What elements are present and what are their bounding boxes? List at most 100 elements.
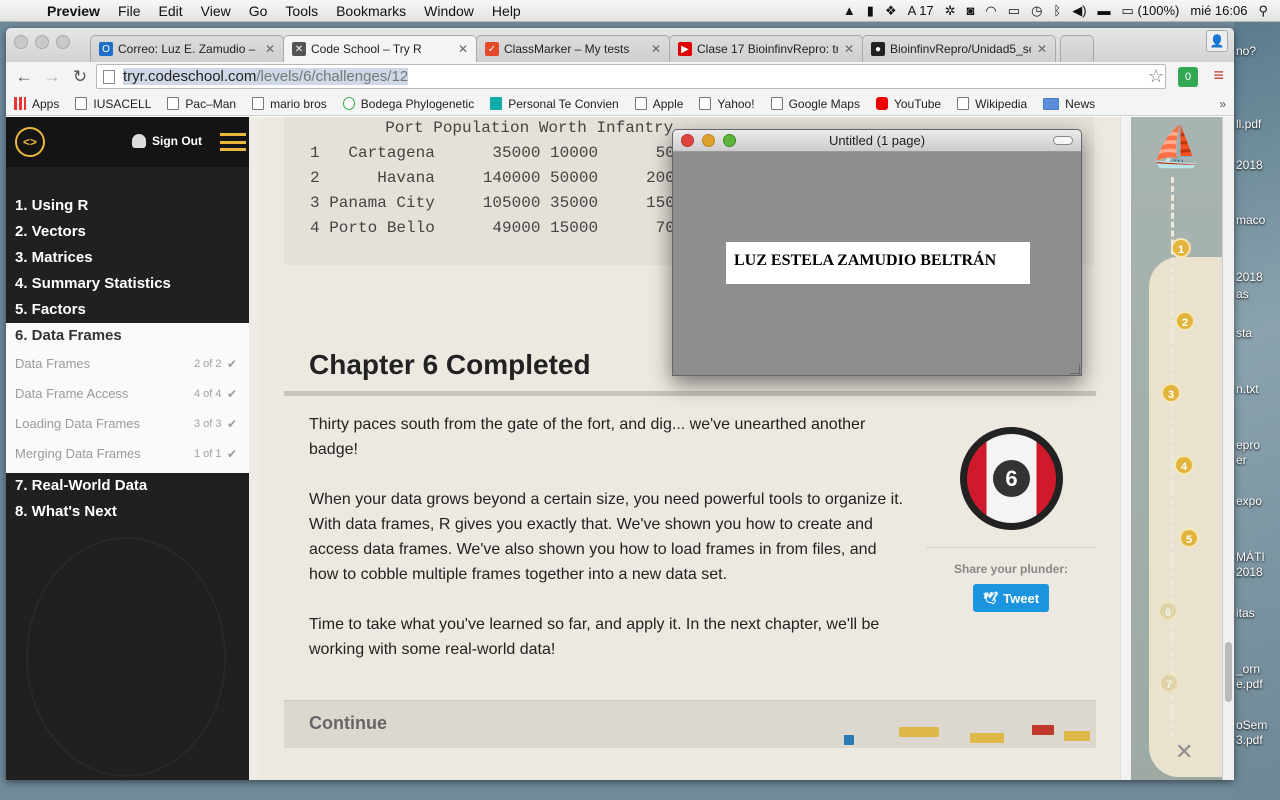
continue-button[interactable]: Continue (284, 700, 1096, 748)
tab-close-icon[interactable]: ✕ (844, 42, 854, 56)
usb-icon[interactable]: ▮ (867, 3, 874, 19)
section-item[interactable]: Merging Data Frames 1 of 1 ✔ (6, 439, 249, 469)
desktop-file-label[interactable]: 2018 (1236, 270, 1263, 284)
tab-close-icon[interactable]: ✕ (458, 42, 468, 56)
browser-menu-icon[interactable]: ≡ (1213, 66, 1224, 84)
bookmark-bodega[interactable]: Bodega Phylogenetic (342, 97, 474, 111)
dropbox-icon[interactable]: ❖ (885, 3, 897, 19)
new-tab-button[interactable] (1060, 35, 1094, 62)
bookmark-iusacell[interactable]: IUSACELL (75, 97, 151, 111)
menu-view[interactable]: View (192, 3, 240, 19)
bookmark-pacman[interactable]: Pac–Man (167, 97, 236, 111)
map-node[interactable]: 7 (1159, 673, 1179, 693)
section-item[interactable]: Data Frames 2 of 2 ✔ (6, 349, 249, 379)
address-bar[interactable]: tryr.codeschool.com/levels/6/challenges/… (96, 64, 1166, 89)
menu-edit[interactable]: Edit (150, 3, 192, 19)
tab-classmarker[interactable]: ✓ ClassMarker – My tests ✕ (476, 35, 670, 62)
bookmark-youtube[interactable]: YouTube (875, 97, 941, 111)
bookmark-star-icon[interactable]: ☆ (1148, 66, 1164, 87)
tab-code-school[interactable]: ✕ Code School – Try R ✕ (283, 35, 477, 62)
scrollbar-thumb[interactable] (1225, 642, 1232, 702)
desktop-file-label[interactable]: oSem (1236, 718, 1267, 732)
desktop-file-label[interactable]: 2018 (1236, 158, 1263, 172)
desktop-file-label[interactable]: er (1236, 453, 1247, 467)
bookmark-news[interactable]: News (1043, 97, 1095, 111)
desktop-file-label[interactable]: 3.pdf (1236, 733, 1263, 747)
profile-icon[interactable]: 👤 (1206, 30, 1228, 52)
chapter-item[interactable]: 4. Summary Statistics (6, 271, 249, 297)
notification-icon[interactable]: A 17 (908, 3, 934, 18)
map-node[interactable]: 3 (1161, 383, 1181, 403)
desktop-file-label[interactable]: _orn (1236, 662, 1260, 676)
skype-icon[interactable]: ◙ (967, 3, 975, 18)
desktop-file-label[interactable]: n.txt (1236, 382, 1259, 396)
close-window-icon[interactable] (14, 35, 28, 49)
hamburger-menu-icon[interactable] (220, 133, 246, 151)
wifi-icon[interactable]: ◠ (985, 3, 996, 19)
tab-close-icon[interactable]: ✕ (1037, 42, 1047, 56)
bookmark-google-maps[interactable]: Google Maps (770, 97, 860, 111)
bluetooth-icon[interactable]: ᛒ (1053, 3, 1061, 18)
time-machine-icon[interactable]: ◷ (1031, 3, 1042, 19)
chapter-item[interactable]: 8. What's Next (6, 499, 249, 525)
desktop-file-label[interactable]: sta (1236, 326, 1252, 340)
zoom-icon[interactable] (723, 134, 736, 147)
desktop-file-label[interactable]: no? (1236, 44, 1256, 58)
tweet-button[interactable]: 🕊 Tweet (973, 584, 1049, 612)
battery-icon[interactable]: ▭ (100%) (1122, 3, 1180, 19)
flag-icon[interactable]: ▬ (1098, 3, 1111, 18)
tab-youtube-clase[interactable]: ▶ Clase 17 BioinfinvRepro: tr ✕ (669, 35, 863, 62)
spotlight-search-icon[interactable]: ⚲ (1258, 3, 1268, 19)
preview-titlebar[interactable]: Untitled (1 page) (673, 130, 1081, 152)
toolbar-toggle-icon[interactable] (1053, 136, 1073, 145)
bookmark-mario-bros[interactable]: mario bros (252, 97, 327, 111)
map-node[interactable]: 4 (1174, 455, 1194, 475)
section-item[interactable]: Data Frame Access 4 of 4 ✔ (6, 379, 249, 409)
code-school-logo-icon[interactable]: <> (15, 127, 45, 157)
tab-close-icon[interactable]: ✕ (265, 42, 275, 56)
clock[interactable]: mié 16:06 (1190, 3, 1247, 18)
minimize-window-icon[interactable] (35, 35, 49, 49)
menu-tools[interactable]: Tools (276, 3, 327, 19)
chapter-item[interactable]: 2. Vectors (6, 219, 249, 245)
menu-bookmarks[interactable]: Bookmarks (327, 3, 415, 19)
desktop-file-label[interactable]: MÁTI (1236, 550, 1265, 564)
resize-handle-icon[interactable] (1070, 364, 1080, 374)
display-icon[interactable]: ▭ (1008, 3, 1020, 19)
drive-icon[interactable]: ▲ (843, 3, 856, 18)
tab-close-icon[interactable]: ✕ (651, 42, 661, 56)
bookmark-yahoo[interactable]: Yahoo! (699, 97, 755, 111)
desktop-file-label[interactable]: ll.pdf (1236, 117, 1261, 131)
menu-app-name[interactable]: Preview (38, 3, 109, 19)
map-node[interactable]: 5 (1179, 528, 1199, 548)
map-scrollbar[interactable] (1222, 117, 1234, 780)
desktop-file-label[interactable]: 2018 (1236, 565, 1263, 579)
bookmarks-overflow-icon[interactable]: » (1219, 97, 1226, 111)
desktop-file-label[interactable]: maco (1236, 213, 1265, 227)
map-node[interactable]: 2 (1175, 311, 1195, 331)
chapter-item[interactable]: 5. Factors (6, 297, 249, 323)
forward-icon[interactable]: → (38, 67, 66, 87)
extension-icon[interactable]: 0 (1178, 67, 1198, 87)
chapter-item[interactable]: 3. Matrices (6, 245, 249, 271)
desktop-file-label[interactable]: expo (1236, 494, 1262, 508)
tab-correo[interactable]: O Correo: Luz E. Zamudio – ( ✕ (90, 35, 284, 62)
desktop-file-label[interactable]: epro (1236, 438, 1260, 452)
tools-icon[interactable]: ✲ (945, 3, 956, 19)
bookmark-apps[interactable]: Apps (14, 97, 59, 111)
chapter-item-current[interactable]: 6. Data Frames (6, 323, 249, 349)
bookmark-apple[interactable]: Apple (634, 97, 683, 111)
sign-out-button[interactable]: Sign Out (132, 134, 202, 148)
map-node[interactable]: 1 (1171, 238, 1191, 258)
menu-go[interactable]: Go (240, 3, 277, 19)
section-item[interactable]: Loading Data Frames 3 of 3 ✔ (6, 409, 249, 439)
chapter-item[interactable]: 7. Real-World Data (6, 473, 249, 499)
map-node[interactable]: 6 (1158, 601, 1178, 621)
menu-help[interactable]: Help (483, 3, 530, 19)
reload-icon[interactable]: ↻ (66, 67, 94, 87)
bookmark-wikipedia[interactable]: Wikipedia (957, 97, 1027, 111)
tab-github[interactable]: ● BioinfinvRepro/Unidad5_sc ✕ (862, 35, 1056, 62)
minimize-icon[interactable] (702, 134, 715, 147)
desktop-file-label[interactable]: e.pdf (1236, 677, 1263, 691)
zoom-window-icon[interactable] (56, 35, 70, 49)
